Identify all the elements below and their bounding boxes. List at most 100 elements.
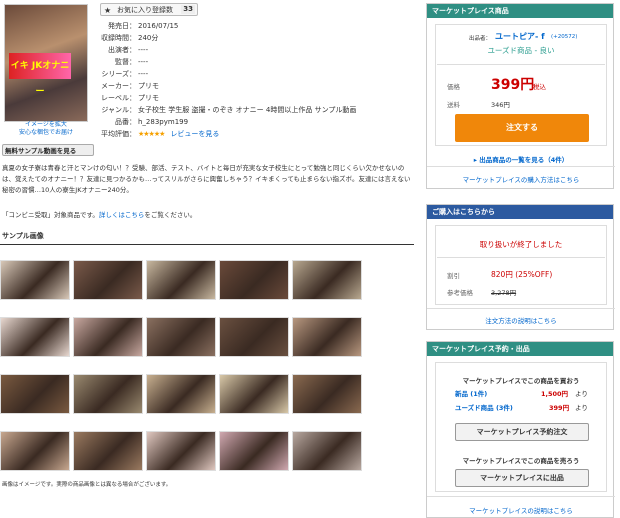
sample-thumbnail[interactable] [292,317,362,357]
spec-key: メーカー： [101,82,136,90]
convenience-detail-link[interactable]: 詳しくはこちら [99,211,145,219]
spec-key: 収録時間： [101,34,136,42]
buy-title: マーケットプレイスでこの商品を買おう [462,377,580,385]
sell-title: マーケットプレイスでこの商品を売ろう [462,457,580,465]
order-button[interactable]: 注文する [455,114,589,142]
sample-thumbnail[interactable] [219,260,289,300]
star-icon: ★ [104,6,112,15]
sample-thumbnail[interactable] [219,431,289,471]
sample-thumbnail[interactable] [292,374,362,414]
sample-thumbnail[interactable] [0,431,70,471]
new-price: 1,500円 [541,390,569,398]
spec-key: 出演者： [108,46,136,54]
price-value: 399円 [491,77,535,93]
sample-thumbnail[interactable] [146,317,216,357]
discount-label: 割引 [447,272,460,280]
sample-thumbnail[interactable] [219,317,289,357]
seller-rating[interactable]: (+20572) [551,34,577,40]
spec-row: 出演者： ---- [100,44,400,56]
spec-key: 品番： [115,118,136,126]
sample-thumbnail[interactable] [0,374,70,414]
rating-row: 平均評価： ★★★★★ レビューを見る [100,128,400,140]
seller-prefix: 出品者： [469,36,492,42]
spec-value[interactable]: 女子校生 学生服 盗撮・のぞき オナニー 4時間以上作品 サンプル動画 [138,104,356,116]
spec-value: ---- [138,46,149,54]
reserve-order-button[interactable]: マーケットプレイス予約注文 [455,423,589,441]
spec-value: ---- [138,70,149,78]
divider [427,496,615,497]
sample-images-title: サンプル画像 [2,232,44,240]
spec-row: ジャンル： 女子校生 学生服 盗撮・のぞき オナニー 4時間以上作品 サンプル動画 [100,104,400,116]
spec-value: ---- [138,58,149,66]
spec-row: 発売日： 2016/07/15 [100,20,400,32]
sample-thumbnail[interactable] [292,431,362,471]
spec-row: レーベル： プリモ [100,92,400,104]
review-link[interactable]: レビューを見る [170,130,219,138]
sample-thumbnail[interactable] [73,317,143,357]
item-condition: ユーズド商品 - 良い [487,46,555,55]
spec-value: h_283pym199 [138,118,189,126]
spec-value: 240分 [138,34,159,42]
shipping-value: 346円 [491,101,510,109]
tax-label: 税込 [533,83,546,91]
marketplace-explain-link[interactable]: マーケットプレイスの説明はこちら [427,505,615,515]
new-items-link[interactable]: 新品 (1件) [455,388,487,398]
price-label: 価格 [447,83,460,91]
divider [437,257,605,258]
sample-thumbnail[interactable] [146,260,216,300]
used-yori: より [575,404,588,412]
section-divider [0,244,414,245]
discontinued-status: 取り扱いが終了しました [479,240,563,249]
purchase-panel: ご購入はこちらから 取り扱いが終了しました 割引 820円 (25%OFF) 参… [426,204,615,330]
sample-thumbnail[interactable] [146,374,216,414]
spec-key: 監督： [115,58,136,66]
spec-row: 収録時間： 240分 [100,32,400,44]
convenience-text-tail: をご覧ください。 [144,211,197,219]
spec-value[interactable]: プリモ [138,92,159,104]
sample-thumbnail[interactable] [73,374,143,414]
convenience-note: 「コンビニ受取」対象商品です。詳しくはこちらをご覧ください。 [2,211,196,220]
sample-thumbnail[interactable] [73,431,143,471]
seller-list-link[interactable]: ▸ 出品商品の一覧を見る（4件） [427,154,615,164]
spec-row: メーカー： プリモ [100,80,400,92]
spec-row: 監督： ---- [100,56,400,68]
image-notice: 画像はイメージです。実際の商品画像とは異なる場合がございます。 [2,482,172,488]
reference-price-label: 参考価格 [447,289,473,297]
discount-value: 820円 (25%OFF) [491,270,553,279]
sample-thumbnail[interactable] [0,317,70,357]
sample-thumbnail[interactable] [73,260,143,300]
spec-row: シリーズ： ---- [100,68,400,80]
sample-thumbnail[interactable] [219,374,289,414]
favorite-count: 33 [181,5,195,14]
rating-stars: ★★★★★ [138,130,165,138]
sample-video-button[interactable]: 無料サンプル動画を見る [2,144,94,156]
sample-thumbnail[interactable] [292,260,362,300]
spec-key: レーベル： [101,94,136,102]
sample-thumbnail[interactable] [146,431,216,471]
product-description: 真夏の女子寮は青春と汗とマンけの匂い！？受験、部活、テスト、バイトと毎日が充実な… [2,164,411,194]
rating-value: ★★★★★ レビューを見る [138,128,219,140]
spec-key: 発売日： [108,22,136,30]
sell-button[interactable]: マーケットプレイスに出品 [455,469,589,487]
spec-key: ジャンル： [101,106,136,114]
marketplace-header: マーケットプレイス商品 [427,4,613,18]
reserve-header: マーケットプレイス予約・出品 [427,342,613,356]
favorite-button[interactable]: ★ お気に入り登録数 33 [100,3,198,16]
spec-value[interactable]: プリモ [138,80,159,92]
purchase-header: ご購入はこちらから [427,205,613,219]
divider [437,64,605,65]
convenience-text: 「コンビニ受取」対象商品です。 [2,211,99,219]
spec-key: シリーズ： [101,70,136,78]
favorite-label: お気に入り登録数 [117,6,173,14]
shipping-label: 送料 [447,101,460,109]
purchase-guide-link[interactable]: マーケットプレイスの購入方法はこちら [427,174,615,184]
used-items-link[interactable]: ユーズド商品 (3件) [455,402,513,412]
seller-name[interactable]: ユートピア- f [495,31,545,42]
used-price: 399円 [549,404,570,412]
new-yori: より [575,390,588,398]
sample-thumbnail[interactable] [0,260,70,300]
divider [427,308,615,309]
marketplace-reserve-panel: マーケットプレイス予約・出品 マーケットプレイスでこの商品を買おう 新品 (1件… [426,341,615,518]
spec-value: 2016/07/15 [138,22,179,30]
order-method-link[interactable]: 注文方法の説明はこちら [427,315,615,325]
